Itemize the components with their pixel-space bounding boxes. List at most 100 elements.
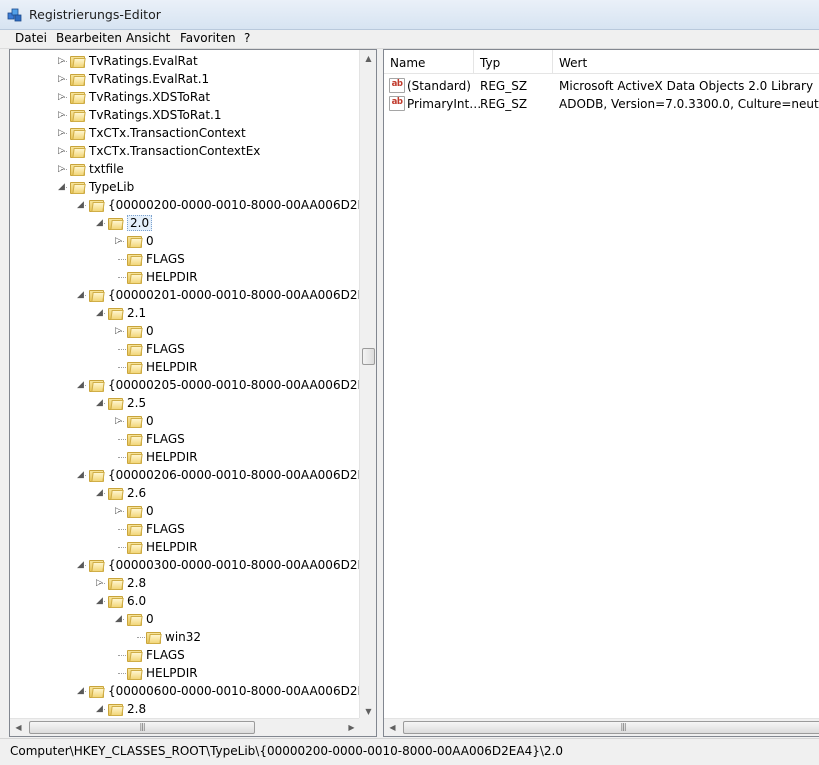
tree-node[interactable]: ▷ TvRatings.XDSToRat.1 <box>10 106 355 124</box>
collapse-arrow-icon[interactable]: ◢ <box>76 561 85 570</box>
tree-node[interactable]: ◢ {00000201-0000-0010-8000-00AA006D2EA4} <box>10 286 376 304</box>
tree-node[interactable]: ▷ TxCTx.TransactionContext <box>10 124 355 142</box>
tree-node[interactable]: ◢ TypeLib <box>10 178 355 196</box>
list-hscroll-thumb[interactable]: ||| <box>403 721 819 734</box>
collapse-arrow-icon[interactable]: ◢ <box>76 381 85 390</box>
tree-node[interactable]: ▷ 2.8 <box>10 574 355 592</box>
tree-node[interactable]: HELPDIR <box>10 664 355 682</box>
tree-node[interactable]: ▷ 0 <box>10 412 355 430</box>
tree-node[interactable]: FLAGS <box>10 646 355 664</box>
tree-node[interactable]: FLAGS <box>10 250 355 268</box>
tree-vertical-scrollbar[interactable]: ▲ ▼ <box>359 50 376 720</box>
tree-node[interactable]: ▷ 0 <box>10 322 355 340</box>
list-horizontal-scrollbar[interactable]: ◀ ||| <box>384 718 819 736</box>
scroll-left-arrow-icon[interactable]: ◀ <box>10 719 27 736</box>
expand-arrow-icon[interactable]: ▷ <box>114 417 123 426</box>
tree-node[interactable]: HELPDIR <box>10 448 355 466</box>
tree-node[interactable]: ◢ 2.0 <box>10 214 355 232</box>
column-separator[interactable] <box>552 50 553 74</box>
expand-arrow-icon[interactable]: ▷ <box>57 111 66 120</box>
menu-ansicht[interactable]: Ansicht <box>126 31 170 45</box>
collapse-arrow-icon[interactable]: ◢ <box>95 489 104 498</box>
folder-icon <box>108 216 124 230</box>
tree-node[interactable]: ▷ TxCTx.TransactionContextEx <box>10 142 355 160</box>
tree-node[interactable]: ◢ 2.1 <box>10 304 355 322</box>
tree-node[interactable]: ◢ 6.0 <box>10 592 355 610</box>
menu-datei[interactable]: Datei <box>15 31 47 45</box>
tree-node[interactable]: ▷ TvRatings.EvalRat.1 <box>10 70 355 88</box>
collapse-arrow-icon[interactable]: ◢ <box>95 705 104 714</box>
scroll-left-arrow-icon[interactable]: ◀ <box>384 719 401 736</box>
tree-node[interactable]: ◢ {00000200-0000-0010-8000-00AA006D2EA4} <box>10 196 376 214</box>
collapse-arrow-icon[interactable]: ◢ <box>95 219 104 228</box>
tree-node[interactable]: ◢ 2.6 <box>10 484 355 502</box>
expand-arrow-icon[interactable]: ▷ <box>57 129 66 138</box>
tree-node[interactable]: HELPDIR <box>10 268 355 286</box>
tree-node[interactable]: ▷ 0 <box>10 232 355 250</box>
collapse-arrow-icon[interactable]: ◢ <box>76 201 85 210</box>
tree-node-label: 2.8 <box>127 576 147 590</box>
list-row[interactable]: ab PrimaryInt… REG_SZ ADODB, Version=7.0… <box>384 95 819 113</box>
tree-node[interactable]: ◢ 2.8 <box>10 700 355 718</box>
tree-node[interactable]: FLAGS <box>10 340 355 358</box>
collapse-arrow-icon[interactable]: ◢ <box>57 183 66 192</box>
folder-icon <box>127 270 143 284</box>
column-separator[interactable] <box>473 50 474 74</box>
scroll-right-arrow-icon[interactable]: ▶ <box>343 719 360 736</box>
registry-tree-pane[interactable]: ▷ TvRatings.EvalRat ▷ TvRatings.EvalRat.1 ▷ T… <box>9 49 377 737</box>
expand-arrow-icon[interactable]: ▷ <box>57 93 66 102</box>
collapse-arrow-icon[interactable]: ◢ <box>114 615 123 624</box>
tree-node[interactable]: ◢ 0 <box>10 610 355 628</box>
folder-icon <box>89 288 105 302</box>
tree-node[interactable]: ◢ {00000300-0000-0010-8000-00AA006D2EA4} <box>10 556 376 574</box>
folder-icon <box>108 486 124 500</box>
column-header-type[interactable]: Typ <box>480 56 500 70</box>
tree-vscroll-thumb[interactable] <box>362 348 375 365</box>
tree-horizontal-scrollbar[interactable]: ◀ ||| ▶ <box>10 718 360 736</box>
folder-icon <box>70 90 86 104</box>
menu-help[interactable]: ? <box>244 31 250 45</box>
values-list-pane[interactable]: Name Typ Wert ab (Standard) REG_SZ Micro… <box>383 49 819 737</box>
expand-arrow-icon[interactable]: ▷ <box>57 75 66 84</box>
expand-arrow-icon[interactable]: ▷ <box>95 579 104 588</box>
tree-node[interactable]: ▷ 0 <box>10 502 355 520</box>
tree-node[interactable]: HELPDIR <box>10 538 355 556</box>
expand-arrow-icon[interactable]: ▷ <box>57 165 66 174</box>
list-row[interactable]: ab (Standard) REG_SZ Microsoft ActiveX D… <box>384 77 819 95</box>
string-value-icon: ab <box>389 78 405 93</box>
collapse-arrow-icon[interactable]: ◢ <box>76 471 85 480</box>
tree-node[interactable]: ◢ 2.5 <box>10 394 355 412</box>
expand-arrow-icon[interactable]: ▷ <box>114 327 123 336</box>
tree-node[interactable]: ◢ {00000600-0000-0010-8000-00AA006D2EA4} <box>10 682 376 700</box>
expand-arrow-icon[interactable]: ▷ <box>114 237 123 246</box>
menu-bearbeiten[interactable]: Bearbeiten <box>56 31 122 45</box>
tree-node[interactable]: win32 <box>10 628 355 646</box>
collapse-arrow-icon[interactable]: ◢ <box>95 309 104 318</box>
collapse-arrow-icon[interactable]: ◢ <box>95 399 104 408</box>
tree-node[interactable]: ◢ {00000205-0000-0010-8000-00AA006D2EA4} <box>10 376 376 394</box>
folder-icon <box>70 108 86 122</box>
expand-arrow-icon[interactable]: ▷ <box>114 507 123 516</box>
column-header-name[interactable]: Name <box>390 56 425 70</box>
tree-node-label: TvRatings.XDSToRat.1 <box>89 108 222 122</box>
collapse-arrow-icon[interactable]: ◢ <box>76 687 85 696</box>
expand-arrow-icon[interactable]: ▷ <box>57 147 66 156</box>
collapse-arrow-icon[interactable]: ◢ <box>76 291 85 300</box>
column-header-value[interactable]: Wert <box>559 56 587 70</box>
tree-node[interactable]: ▷ TvRatings.XDSToRat <box>10 88 355 106</box>
tree-hscroll-thumb[interactable]: ||| <box>29 721 255 734</box>
menu-favoriten[interactable]: Favoriten <box>180 31 236 45</box>
tree-node[interactable]: ▷ txtfile <box>10 160 355 178</box>
tree-node[interactable]: FLAGS <box>10 430 355 448</box>
tree-node[interactable]: FLAGS <box>10 520 355 538</box>
tree-node-label: txtfile <box>89 162 124 176</box>
folder-icon <box>127 432 143 446</box>
folder-icon <box>127 612 143 626</box>
tree-node[interactable]: ▷ TvRatings.EvalRat <box>10 52 355 70</box>
scroll-up-arrow-icon[interactable]: ▲ <box>360 50 376 67</box>
collapse-arrow-icon[interactable]: ◢ <box>95 597 104 606</box>
tree-node[interactable]: ◢ {00000206-0000-0010-8000-00AA006D2EA4} <box>10 466 376 484</box>
tree-node[interactable]: HELPDIR <box>10 358 355 376</box>
expand-arrow-icon[interactable]: ▷ <box>57 57 66 66</box>
tree-node-label: TvRatings.EvalRat <box>89 54 198 68</box>
